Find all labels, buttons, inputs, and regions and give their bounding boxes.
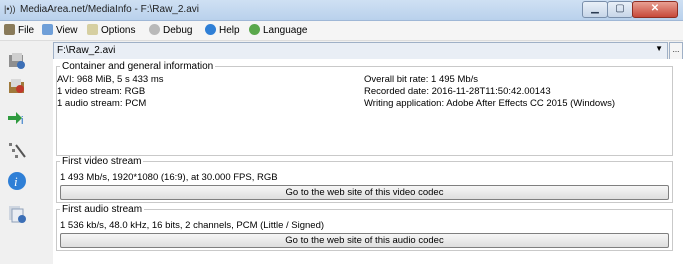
svg-text:i: i	[14, 174, 18, 189]
audio-stream-info: 1 536 kb/s, 48.0 kHz, 16 bits, 2 channel…	[60, 220, 325, 231]
menu-language[interactable]: Language	[249, 23, 308, 38]
window-title: MediaArea.net/MediaInfo - F:\Raw_2.avi	[20, 4, 199, 15]
menu-options[interactable]: Options	[87, 23, 135, 38]
open-folder-icon[interactable]	[7, 76, 27, 96]
left-toolbar: i i	[0, 41, 34, 264]
video-group-title: First video stream	[60, 156, 144, 167]
container-video-count: 1 video stream: RGB	[57, 86, 146, 97]
title-bar: |•)) MediaArea.net/MediaInfo - F:\Raw_2.…	[0, 0, 683, 21]
file-icon	[4, 24, 15, 35]
video-codec-website-button[interactable]: Go to the web site of this video codec	[60, 185, 669, 200]
audio-group-title: First audio stream	[60, 204, 145, 215]
browse-more-button[interactable]: ...	[669, 42, 683, 60]
menu-debug[interactable]: Debug	[149, 23, 192, 38]
about-info-icon[interactable]: i	[7, 171, 27, 191]
menu-debug-label: Debug	[163, 25, 193, 36]
video-stream-info: 1 493 Mb/s, 1920*1080 (16:9), at 30.000 …	[60, 172, 278, 183]
maximize-button[interactable]: ▢	[607, 1, 633, 18]
mediainfo-app-icon[interactable]: |•))	[4, 4, 16, 15]
menu-file[interactable]: File	[4, 23, 34, 38]
file-selector[interactable]: F:\Raw_2.avi ▼	[53, 42, 668, 60]
overall-bitrate: Overall bit rate: 1 495 Mb/s	[364, 74, 479, 85]
file-selector-value: F:\Raw_2.avi	[57, 45, 116, 56]
chevron-down-icon[interactable]: ▼	[655, 44, 663, 53]
container-info-group: Container and general information AVI: 9…	[56, 61, 673, 156]
menu-help[interactable]: Help	[205, 23, 240, 38]
options-icon	[87, 24, 98, 35]
debug-icon	[149, 24, 160, 35]
menu-language-label: Language	[263, 25, 308, 36]
container-format-line: AVI: 968 MiB, 5 s 433 ms	[57, 74, 164, 85]
view-icon	[42, 24, 53, 35]
menu-view-label: View	[56, 25, 78, 36]
open-file-icon[interactable]	[7, 51, 27, 71]
minimize-button[interactable]: ▁	[582, 1, 608, 18]
container-audio-count: 1 audio stream: PCM	[57, 98, 147, 109]
writing-application: Writing application: Adobe After Effects…	[364, 98, 615, 109]
audio-stream-group: First audio stream 1 536 kb/s, 48.0 kHz,…	[56, 204, 673, 251]
menu-bar: File View Options Debug Help Language	[0, 21, 683, 41]
export-icon[interactable]	[7, 204, 27, 224]
menu-help-label: Help	[219, 25, 240, 36]
info-arrow-icon[interactable]: i	[7, 108, 27, 128]
container-group-title: Container and general information	[60, 61, 216, 72]
tree-view-icon[interactable]	[7, 141, 27, 161]
audio-codec-website-button[interactable]: Go to the web site of this audio codec	[60, 233, 669, 248]
menu-file-label: File	[18, 25, 35, 36]
close-button[interactable]: ✕	[632, 1, 678, 18]
language-icon	[249, 24, 260, 35]
svg-text:i: i	[21, 115, 23, 127]
video-stream-group: First video stream 1 493 Mb/s, 1920*1080…	[56, 156, 673, 203]
menu-options-label: Options	[101, 25, 136, 36]
menu-view[interactable]: View	[42, 23, 78, 38]
recorded-date: Recorded date: 2016-11-28T11:50:42.00143	[364, 86, 551, 97]
help-icon	[205, 24, 216, 35]
